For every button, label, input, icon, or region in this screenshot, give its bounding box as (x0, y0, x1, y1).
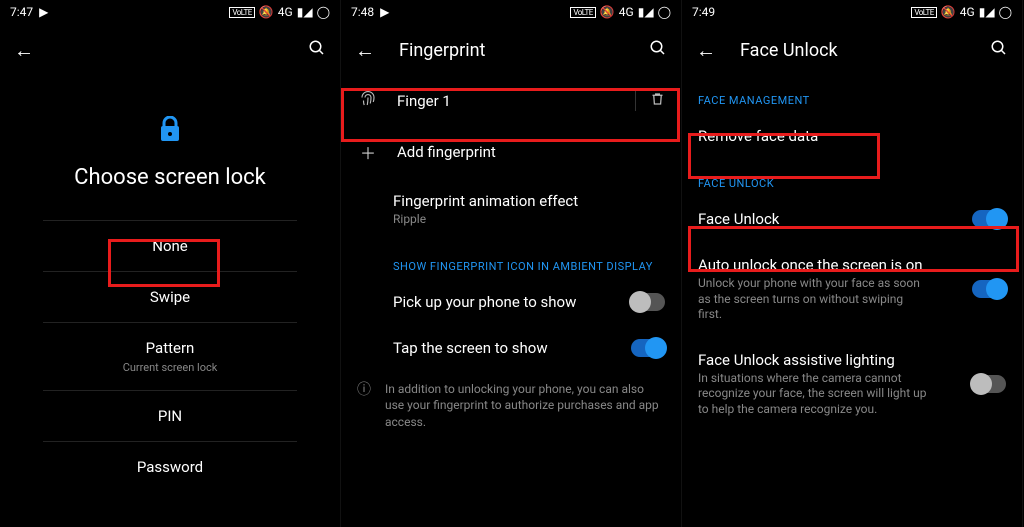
option-sublabel: Current screen lock (43, 361, 297, 374)
section-face-management: FACE MANAGEMENT (682, 76, 1022, 113)
header-title: Fingerprint (399, 40, 625, 61)
loading-icon: ◯ (658, 5, 671, 19)
screen-choose-lock: 7:47 ▶ VoLTE 🔕 4G ▮◢ ◯ ← Choose screen l… (0, 0, 341, 527)
row-title: Auto unlock once the screen is on (698, 256, 962, 274)
option-label: PIN (43, 407, 297, 425)
row-title: Fingerprint animation effect (393, 192, 665, 210)
toggle-tap[interactable] (631, 339, 665, 357)
status-bar: 7:47 ▶ VoLTE 🔕 4G ▮◢ ◯ (0, 0, 340, 24)
toggle-assistive-lighting[interactable] (972, 375, 1006, 393)
option-label: Swipe (43, 288, 297, 306)
back-icon[interactable]: ← (355, 38, 375, 63)
search-icon[interactable] (308, 39, 326, 62)
section-ambient-display: SHOW FINGERPRINT ICON IN AMBIENT DISPLAY (341, 242, 681, 279)
option-pin[interactable]: PIN (43, 390, 297, 441)
row-title: Tap the screen to show (393, 339, 613, 357)
fingerprint-icon (357, 90, 379, 112)
toggle-pickup[interactable] (631, 293, 665, 311)
info-footer: ⓘ In addition to unlocking your phone, y… (341, 371, 681, 441)
header-title: Face Unlock (740, 40, 966, 61)
row-title: Finger 1 (397, 92, 617, 110)
row-tap-to-show[interactable]: Tap the screen to show (341, 325, 681, 371)
clock: 7:49 (692, 5, 715, 19)
row-pickup-to-show[interactable]: Pick up your phone to show (341, 279, 681, 325)
face-unlock-content: FACE MANAGEMENT Remove face data FACE UN… (682, 76, 1022, 527)
mute-icon: 🔕 (259, 5, 274, 19)
row-title: Face Unlock (698, 210, 962, 228)
info-text: In addition to unlocking your phone, you… (385, 381, 665, 431)
signal-text: 4G (278, 5, 293, 19)
toggle-face-unlock[interactable] (972, 210, 1006, 228)
option-swipe[interactable]: Swipe (43, 271, 297, 322)
signal-icon: ▮◢ (979, 5, 995, 19)
mute-icon: 🔕 (941, 5, 956, 19)
mute-icon: 🔕 (600, 5, 615, 19)
header: ← Face Unlock (682, 24, 1022, 76)
play-icon: ▶ (39, 5, 48, 19)
row-title: Pick up your phone to show (393, 293, 613, 311)
row-animation-effect[interactable]: Fingerprint animation effect Ripple (341, 178, 681, 242)
row-finger1[interactable]: Finger 1 (341, 76, 681, 126)
row-auto-unlock[interactable]: Auto unlock once the screen is on Unlock… (682, 242, 1022, 337)
info-icon: ⓘ (357, 381, 371, 431)
toggle-auto-unlock[interactable] (972, 280, 1006, 298)
option-pattern[interactable]: Pattern Current screen lock (43, 322, 297, 390)
row-assistive-lighting[interactable]: Face Unlock assistive lighting In situat… (682, 337, 1022, 432)
play-icon: ▶ (380, 5, 389, 19)
option-label: Password (43, 458, 297, 476)
fingerprint-content: Finger 1 ＋ Add fingerprint Fingerprint a… (341, 76, 681, 527)
volte-badge: VoLTE (229, 7, 255, 18)
page-title: Choose screen lock (74, 165, 266, 190)
clock: 7:47 (10, 5, 33, 19)
row-title: Add fingerprint (397, 143, 665, 161)
row-add-fingerprint[interactable]: ＋ Add fingerprint (341, 126, 681, 178)
search-icon[interactable] (649, 39, 667, 62)
row-face-unlock[interactable]: Face Unlock (682, 196, 1022, 242)
signal-text: 4G (960, 5, 975, 19)
section-face-unlock: FACE UNLOCK (682, 159, 1022, 196)
volte-badge: VoLTE (911, 7, 937, 18)
header: ← (0, 24, 340, 76)
search-icon[interactable] (990, 39, 1008, 62)
trash-icon[interactable] (635, 91, 665, 111)
choose-lock-content: Choose screen lock None Swipe Pattern Cu… (0, 76, 340, 527)
status-bar: 7:49 VoLTE 🔕 4G ▮◢ ◯ (682, 0, 1022, 24)
signal-icon: ▮◢ (638, 5, 654, 19)
signal-text: 4G (619, 5, 634, 19)
row-sub: Ripple (393, 212, 665, 228)
screen-fingerprint: 7:48 ▶ VoLTE 🔕 4G ▮◢ ◯ ← Fingerprint Fin… (341, 0, 682, 527)
screen-face-unlock: 7:49 VoLTE 🔕 4G ▮◢ ◯ ← Face Unlock FACE … (682, 0, 1023, 527)
row-title: Remove face data (698, 127, 996, 145)
option-none[interactable]: None (43, 220, 297, 271)
signal-icon: ▮◢ (297, 5, 313, 19)
header: ← Fingerprint (341, 24, 681, 76)
plus-icon: ＋ (357, 140, 379, 164)
row-sub: Unlock your phone with your face as soon… (698, 276, 928, 323)
option-label: None (43, 237, 297, 255)
back-icon[interactable]: ← (696, 38, 716, 63)
clock: 7:48 (351, 5, 374, 19)
option-password[interactable]: Password (43, 441, 297, 492)
row-sub: In situations where the camera cannot re… (698, 371, 928, 418)
row-title: Face Unlock assistive lighting (698, 351, 962, 369)
back-icon[interactable]: ← (14, 38, 34, 63)
volte-badge: VoLTE (570, 7, 596, 18)
lock-icon (158, 116, 182, 151)
loading-icon: ◯ (317, 5, 330, 19)
row-remove-face-data[interactable]: Remove face data (682, 113, 1022, 159)
status-bar: 7:48 ▶ VoLTE 🔕 4G ▮◢ ◯ (341, 0, 681, 24)
loading-icon: ◯ (999, 5, 1012, 19)
option-label: Pattern (43, 339, 297, 357)
